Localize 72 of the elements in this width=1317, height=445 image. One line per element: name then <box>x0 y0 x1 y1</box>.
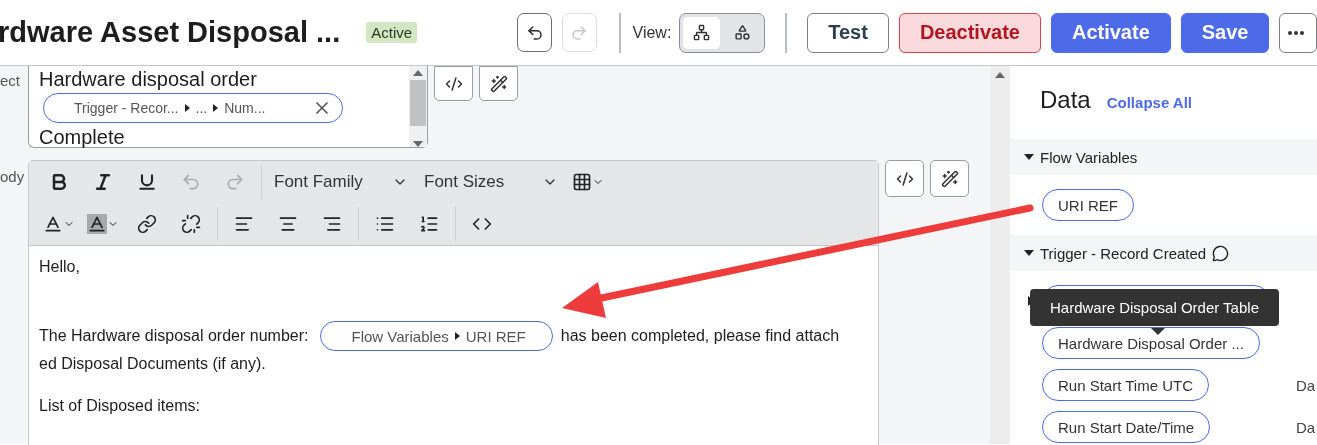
more-icon <box>1288 30 1305 35</box>
align-left-icon <box>234 214 254 234</box>
body-text: Hello, <box>39 257 81 277</box>
body-text: The Hardware disposal order number: <box>39 327 309 345</box>
code-button[interactable] <box>434 66 473 101</box>
action-button[interactable]: Activate <box>1050 12 1171 53</box>
underline-icon <box>137 172 157 192</box>
code-button[interactable] <box>885 160 924 197</box>
caret-icon <box>1024 154 1034 160</box>
subject-field[interactable]: Hardware disposal order Trigger - Recor... ... Num... Complete <box>28 66 428 148</box>
panel-title: Data <box>1040 86 1091 114</box>
comment-icon <box>1212 244 1230 262</box>
type-text: Da <box>1296 418 1316 436</box>
wand-button[interactable] <box>930 160 969 197</box>
body-text: List of Disposed items: <box>39 396 201 416</box>
variable-pill[interactable]: Trigger - Recor... ... Num... <box>43 93 343 123</box>
section-header[interactable]: Trigger - Record Created <box>1010 235 1317 271</box>
body-text: has been completed, please find attach <box>560 327 840 345</box>
font-family-dropdown[interactable]: Font Family <box>266 164 416 200</box>
caret-icon <box>454 332 460 340</box>
tree-icon <box>693 24 711 41</box>
variable-pill[interactable]: Run Start Date/Time <box>1042 411 1211 443</box>
variable-pill[interactable]: URI REF <box>1042 189 1134 221</box>
numbered-list-icon <box>419 214 439 234</box>
wand-icon <box>940 169 959 188</box>
code-icon <box>444 74 463 93</box>
undo-button[interactable] <box>517 13 552 52</box>
section-header[interactable]: Flow Variables <box>1010 139 1317 175</box>
scrollbar[interactable] <box>409 66 427 147</box>
status-badge: Active <box>366 22 418 43</box>
view-toggle[interactable] <box>679 12 766 53</box>
caret-icon <box>1024 250 1034 256</box>
scrollbar[interactable] <box>990 66 1010 444</box>
action-button[interactable]: Deactivate <box>898 12 1041 53</box>
type-text: Da <box>1296 376 1316 394</box>
action-button[interactable]: Test <box>807 12 889 53</box>
field-label: ody <box>0 168 26 185</box>
more-button[interactable] <box>1279 12 1317 53</box>
wand-button[interactable] <box>479 66 518 101</box>
align-right-icon <box>322 214 342 234</box>
view-option[interactable] <box>683 16 721 49</box>
highlight-icon <box>87 214 107 234</box>
shapes-icon <box>734 24 752 41</box>
caret-icon <box>213 104 219 112</box>
link-icon <box>137 214 157 234</box>
body-text: ed Disposal Documents (if any). <box>39 354 266 374</box>
bullet-list-icon <box>375 214 395 234</box>
action-button[interactable]: Save <box>1180 12 1270 53</box>
caret-icon <box>184 104 190 112</box>
variable-pill[interactable]: Flow Variables URI REF <box>320 321 553 351</box>
view-label: View: <box>632 23 672 42</box>
redo-icon <box>570 23 589 42</box>
align-center-icon <box>278 214 298 234</box>
flow-title: rdware Asset Disposal ... <box>0 16 341 49</box>
font-size-dropdown[interactable]: Font Sizes <box>416 164 566 200</box>
undo-icon <box>181 172 201 192</box>
undo-icon <box>525 23 544 42</box>
code-icon <box>895 169 914 188</box>
subject-text: Complete <box>39 125 126 150</box>
redo-icon <box>225 172 245 192</box>
variable-pill[interactable]: Run Start Time UTC <box>1042 369 1210 401</box>
text-color-icon <box>43 214 63 234</box>
unlink-icon <box>181 214 201 234</box>
table-icon <box>572 172 592 192</box>
field-label: ect <box>0 72 21 89</box>
body-editor[interactable]: Font Family Font Sizes Hello, The Hardware disposal order number: Flow Variables URI REF has been completed, please find attach ed Disposal Documents (if any). List of Disposed items: <box>28 160 879 445</box>
collapse-all-link[interactable]: Collapse All <box>1106 94 1192 111</box>
tooltip: Hardware Disposal Order Table <box>1030 289 1279 326</box>
wand-icon <box>489 74 508 93</box>
subject-text: Hardware disposal order <box>39 67 258 92</box>
variable-pill[interactable]: Hardware Disposal Order ... <box>1042 327 1260 359</box>
italic-icon <box>93 172 113 192</box>
